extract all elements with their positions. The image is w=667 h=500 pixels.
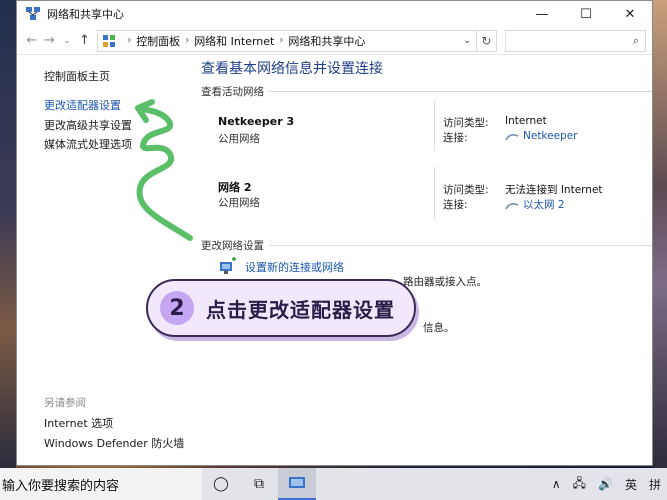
breadcrumb-network-internet[interactable]: 网络和 Internet <box>194 33 274 49</box>
divider <box>434 167 435 219</box>
page-title: 查看基本网络信息并设置连接 <box>201 61 383 77</box>
breadcrumb-control-panel[interactable]: 控制面板 <box>136 33 180 49</box>
show-hidden-icons-button[interactable]: ∧ <box>546 468 567 500</box>
breadcrumb-network-sharing-center[interactable]: 网络和共享中心 <box>288 33 365 49</box>
maximize-button[interactable]: ☐ <box>564 1 608 27</box>
content-area: 控制面板主页 更改适配器设置 更改高级共享设置 媒体流式处理选项 另请参阅 In… <box>17 55 652 465</box>
see-also-internet-options[interactable]: Internet 选项 <box>44 415 113 431</box>
taskbar: 输入你要搜索的内容 ◯ ⧉ ∧ 🖧 🔊 英 拼 <box>0 468 667 500</box>
task-view-button[interactable]: ⧉ <box>240 468 278 500</box>
volume-icon[interactable]: 🔊 <box>592 468 619 500</box>
divider <box>269 91 652 92</box>
new-connection-icon <box>218 257 238 275</box>
back-button[interactable]: ← <box>23 30 41 52</box>
tutorial-callout: 2 点击更改适配器设置 <box>146 279 416 337</box>
see-also-heading: 另请参阅 <box>44 397 86 409</box>
main-panel: 查看基本网络信息并设置连接 查看活动网络 Netkeeper 3 公用网络 访问… <box>201 55 652 465</box>
connection-link[interactable]: 以太网 2 <box>505 197 565 212</box>
search-icon: ⌕ <box>632 33 639 47</box>
ethernet-connection-icon <box>505 201 519 209</box>
network-type: 公用网络 <box>218 197 260 209</box>
search-input[interactable]: ⌕ <box>504 29 646 52</box>
dialup-connection-icon <box>505 132 519 141</box>
breadcrumb-separator: › <box>185 35 190 46</box>
breadcrumb-separator: › <box>279 35 284 46</box>
taskbar-search-box[interactable]: 输入你要搜索的内容 <box>0 468 202 500</box>
divider <box>269 245 652 246</box>
desktop-wallpaper-right <box>653 0 667 468</box>
step-instruction: 点击更改适配器设置 <box>206 297 395 322</box>
control-panel-icon <box>102 34 116 48</box>
access-type-label: 访问类型: <box>443 117 489 129</box>
desktop-wallpaper-left <box>0 0 16 468</box>
sidebar-control-panel-home[interactable]: 控制面板主页 <box>44 68 110 84</box>
network-center-icon <box>25 6 41 22</box>
cortana-button[interactable]: ◯ <box>202 468 240 500</box>
network-type: 公用网络 <box>218 133 260 145</box>
divider <box>434 101 435 151</box>
network-tray-icon[interactable]: 🖧 <box>567 468 592 500</box>
access-type-value: 无法连接到 Internet <box>505 184 603 196</box>
language-indicator[interactable]: 英 <box>619 468 643 500</box>
window-controls: — ☐ ✕ <box>520 1 652 27</box>
address-dropdown-button[interactable]: ⌄ <box>458 35 476 46</box>
access-type-label: 访问类型: <box>443 184 489 196</box>
minimize-button[interactable]: — <box>520 1 564 27</box>
forward-button[interactable]: → <box>41 30 59 52</box>
access-type-value: Internet <box>505 115 547 127</box>
title-bar[interactable]: 网络和共享中心 — ☐ ✕ <box>17 1 652 27</box>
tutorial-arrow <box>135 99 193 241</box>
network-name: Netkeeper 3 <box>218 115 295 128</box>
connection-name: Netkeeper <box>523 130 578 142</box>
breadcrumb-separator: › <box>127 35 132 46</box>
setup-new-connection-link[interactable]: 设置新的连接或网络 <box>245 259 344 275</box>
ime-indicator[interactable]: 拼 <box>643 468 667 500</box>
control-panel-app-icon <box>289 477 305 488</box>
network-name: 网络 2 <box>218 181 252 194</box>
close-button[interactable]: ✕ <box>608 1 652 27</box>
task-description: 路由器或接入点。 <box>403 276 487 288</box>
see-also-defender-firewall[interactable]: Windows Defender 防火墙 <box>44 435 184 451</box>
change-settings-heading: 更改网络设置 <box>201 240 264 252</box>
connection-label: 连接: <box>443 132 468 144</box>
active-networks-heading: 查看活动网络 <box>201 86 264 98</box>
connection-label: 连接: <box>443 199 468 211</box>
connection-name: 以太网 2 <box>523 199 565 211</box>
taskbar-search-text: 输入你要搜索的内容 <box>2 478 120 494</box>
recent-locations-dropdown[interactable]: ⌄ <box>58 30 76 52</box>
address-bar: ← → ⌄ ↑ › 控制面板 › 网络和 Internet › 网络和共享中心 … <box>17 27 652 55</box>
step-number: 2 <box>160 291 194 325</box>
task-description: 信息。 <box>423 322 455 334</box>
taskbar-app-network-center[interactable] <box>278 468 316 500</box>
address-box[interactable]: › 控制面板 › 网络和 Internet › 网络和共享中心 ⌄ <box>97 29 478 52</box>
system-tray: ∧ 🖧 🔊 英 拼 <box>546 468 667 500</box>
window-title: 网络和共享中心 <box>47 8 124 21</box>
sidebar-change-adapter-settings[interactable]: 更改适配器设置 <box>44 97 121 113</box>
up-button[interactable]: ↑ <box>76 30 94 52</box>
refresh-button[interactable]: ↻ <box>477 29 497 52</box>
network-sharing-center-window: 网络和共享中心 — ☐ ✕ ← → ⌄ ↑ › 控制面板 › 网络和 Inter… <box>16 0 653 466</box>
connection-link[interactable]: Netkeeper <box>505 130 578 142</box>
